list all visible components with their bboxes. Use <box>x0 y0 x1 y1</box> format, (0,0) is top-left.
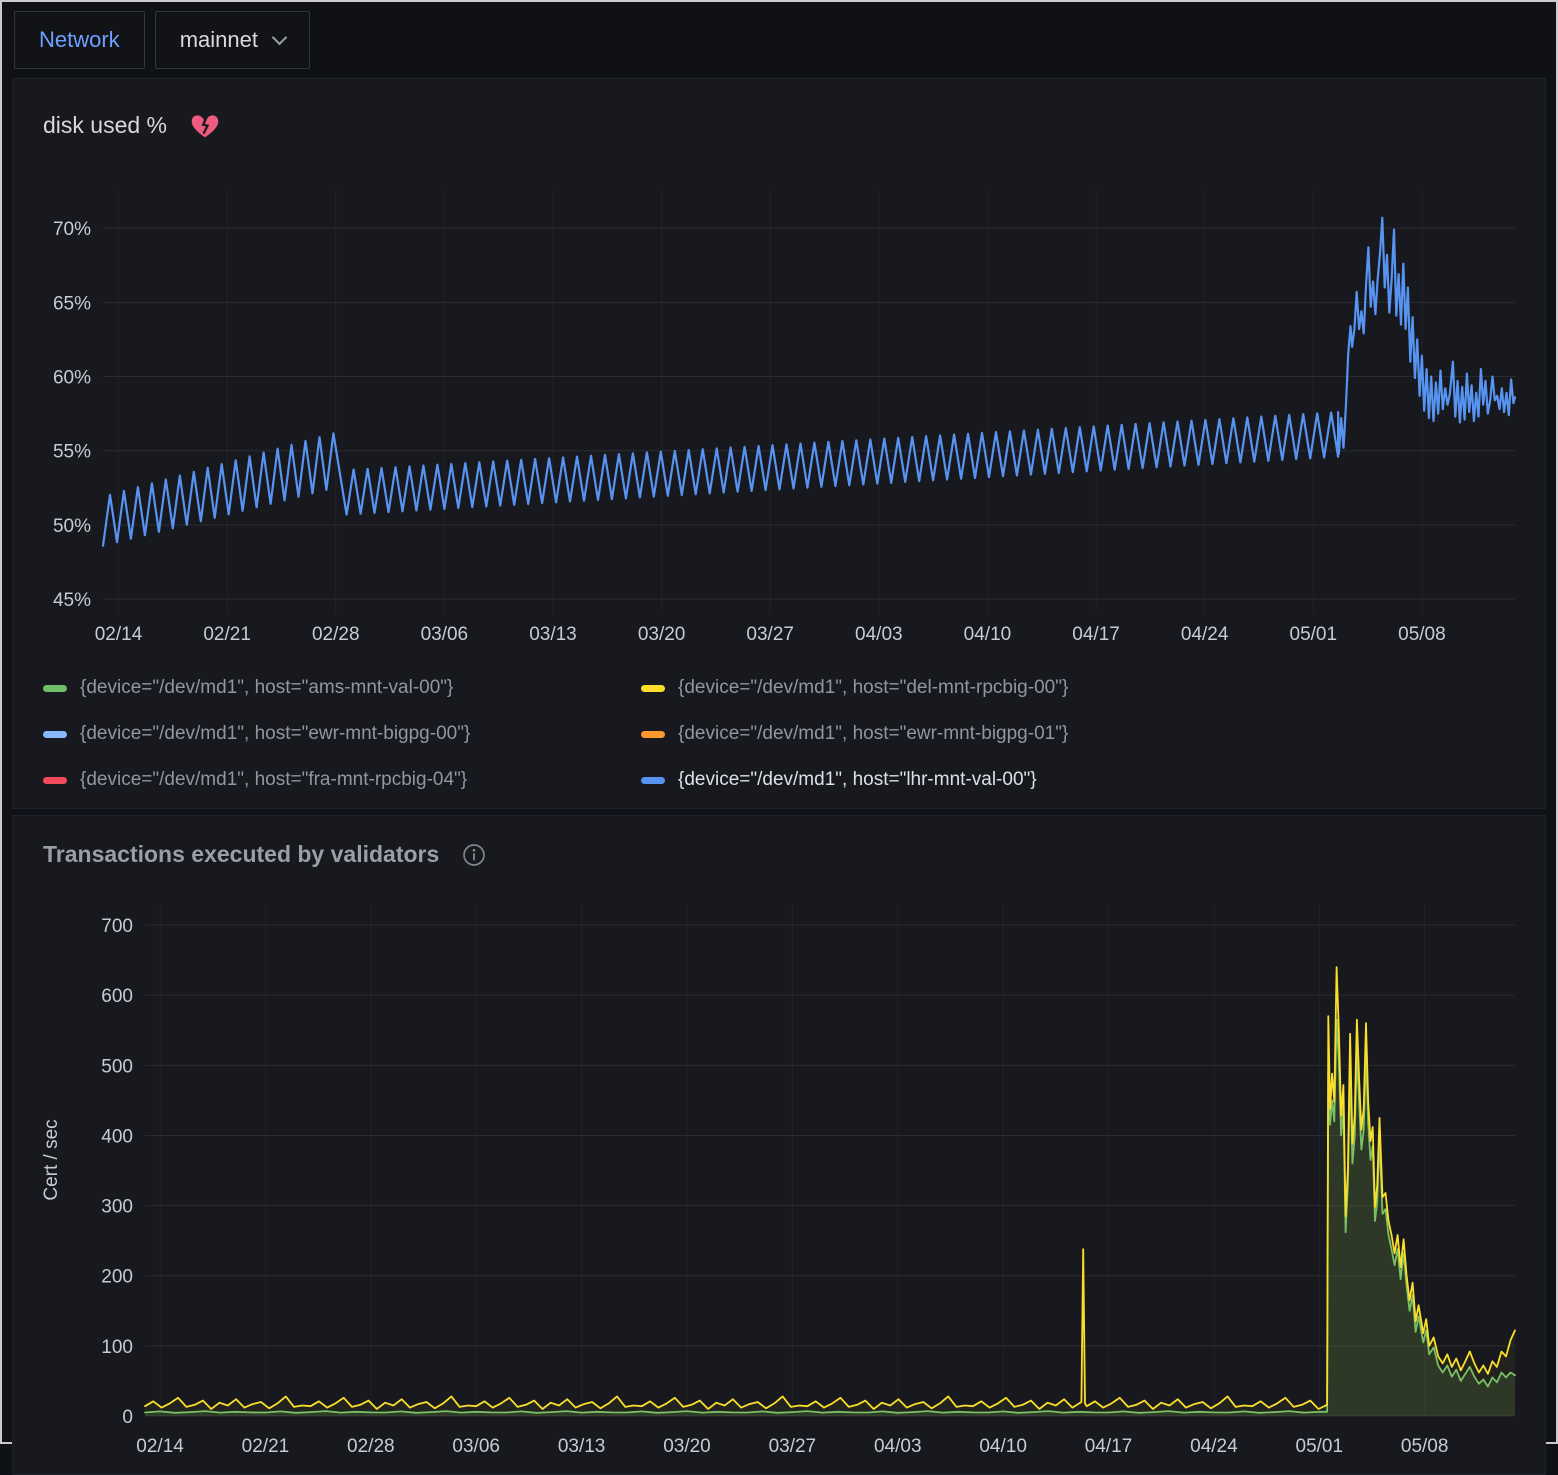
svg-text:03/20: 03/20 <box>638 624 686 645</box>
svg-text:0: 0 <box>122 1407 133 1428</box>
legend-swatch <box>43 685 67 692</box>
svg-text:60%: 60% <box>53 368 91 389</box>
svg-text:03/27: 03/27 <box>746 624 794 645</box>
svg-text:45%: 45% <box>53 590 91 611</box>
svg-text:03/06: 03/06 <box>421 624 469 645</box>
grafana-dashboard: Network mainnet disk used % 45% 50% 55% 60%… <box>2 2 1556 1475</box>
svg-text:05/01: 05/01 <box>1290 624 1338 645</box>
network-value-text: mainnet <box>180 27 258 53</box>
legend-swatch <box>641 777 665 784</box>
svg-text:700: 700 <box>101 916 133 937</box>
legend-label: {device="/dev/md1", host="del-mnt-rpcbig… <box>678 677 1068 699</box>
disk-used-legend: {device="/dev/md1", host="ams-mnt-val-00… <box>43 666 1525 802</box>
panel-disk-used-header: disk used % <box>33 93 1525 151</box>
svg-text:05/08: 05/08 <box>1398 624 1446 645</box>
legend-item-lhr-mnt-val-00[interactable]: {device="/dev/md1", host="lhr-mnt-val-00… <box>641 758 1525 802</box>
svg-text:05/08: 05/08 <box>1401 1436 1449 1457</box>
svg-text:200: 200 <box>101 1267 133 1288</box>
legend-label: {device="/dev/md1", host="ewr-mnt-bigpg-… <box>80 723 470 745</box>
svg-text:600: 600 <box>101 986 133 1007</box>
panel-title-disk-used[interactable]: disk used % <box>43 112 167 139</box>
svg-text:04/24: 04/24 <box>1190 1436 1238 1457</box>
panel-transactions-header: Transactions executed by validators <box>33 830 1525 878</box>
svg-text:04/24: 04/24 <box>1181 624 1229 645</box>
transactions-chart[interactable]: 0 100 200 300 400 500 600 700 02/14 02/21 02/28 03/… <box>33 878 1527 1470</box>
broken-heart-icon <box>189 109 221 141</box>
svg-text:03/06: 03/06 <box>452 1436 500 1457</box>
legend-item-ewr-mnt-bigpg-01[interactable]: {device="/dev/md1", host="ewr-mnt-bigpg-… <box>641 712 1525 756</box>
svg-text:65%: 65% <box>53 293 91 314</box>
svg-text:03/27: 03/27 <box>769 1436 817 1457</box>
svg-text:400: 400 <box>101 1126 133 1147</box>
svg-text:500: 500 <box>101 1056 133 1077</box>
info-circle-icon[interactable] <box>461 842 487 868</box>
svg-text:02/28: 02/28 <box>312 624 360 645</box>
svg-text:02/28: 02/28 <box>347 1436 395 1457</box>
network-label-text: Network <box>39 27 120 53</box>
legend-label: {device="/dev/md1", host="ewr-mnt-bigpg-… <box>678 723 1068 745</box>
legend-label: {device="/dev/md1", host="ams-mnt-val-00… <box>80 677 453 699</box>
legend-label: {device="/dev/md1", host="lhr-mnt-val-00… <box>678 769 1037 791</box>
panel-disk-used: disk used % 45% 50% 55% 60% 65% 70% 02/14 02/21… <box>12 78 1546 809</box>
disk-used-chart[interactable]: 45% 50% 55% 60% 65% 70% 02/14 02/21 02/28 03/06 03… <box>33 151 1527 656</box>
svg-text:03/13: 03/13 <box>558 1436 606 1457</box>
legend-swatch <box>43 777 67 784</box>
legend-item-fra-mnt-rpcbig-04[interactable]: {device="/dev/md1", host="fra-mnt-rpcbig… <box>43 758 641 802</box>
legend-label: {device="/dev/md1", host="fra-mnt-rpcbig… <box>80 769 467 791</box>
svg-text:55%: 55% <box>53 442 91 463</box>
svg-text:04/10: 04/10 <box>964 624 1012 645</box>
svg-text:03/20: 03/20 <box>663 1436 711 1457</box>
svg-text:70%: 70% <box>53 219 91 240</box>
svg-text:04/03: 04/03 <box>855 624 903 645</box>
svg-text:02/14: 02/14 <box>95 624 143 645</box>
panel-transactions-validators: Transactions executed by validators 0 100… <box>12 815 1546 1475</box>
legend-item-ewr-mnt-bigpg-00[interactable]: {device="/dev/md1", host="ewr-mnt-bigpg-… <box>43 712 641 756</box>
svg-text:04/03: 04/03 <box>874 1436 922 1457</box>
svg-text:02/21: 02/21 <box>203 624 251 645</box>
legend-item-ams-mnt-val-00[interactable]: {device="/dev/md1", host="ams-mnt-val-00… <box>43 666 641 710</box>
legend-swatch <box>641 685 665 692</box>
svg-text:100: 100 <box>101 1337 133 1358</box>
network-value-dropdown[interactable]: mainnet <box>155 11 310 69</box>
panel-title-transactions[interactable]: Transactions executed by validators <box>43 841 439 868</box>
svg-text:04/17: 04/17 <box>1085 1436 1133 1457</box>
chevron-down-icon <box>272 29 288 45</box>
legend-swatch <box>43 731 67 738</box>
svg-text:02/21: 02/21 <box>242 1436 290 1457</box>
svg-text:04/17: 04/17 <box>1072 624 1120 645</box>
variable-bar: Network mainnet <box>2 2 1556 78</box>
svg-text:05/01: 05/01 <box>1296 1436 1344 1457</box>
svg-text:Cert / sec: Cert / sec <box>41 1119 62 1200</box>
variable-network-label: Network <box>14 11 145 69</box>
svg-text:03/13: 03/13 <box>529 624 577 645</box>
svg-text:300: 300 <box>101 1197 133 1218</box>
svg-text:50%: 50% <box>53 516 91 537</box>
svg-text:02/14: 02/14 <box>136 1436 184 1457</box>
legend-swatch <box>641 731 665 738</box>
legend-item-del-mnt-rpcbig-00[interactable]: {device="/dev/md1", host="del-mnt-rpcbig… <box>641 666 1525 710</box>
svg-text:04/10: 04/10 <box>979 1436 1027 1457</box>
